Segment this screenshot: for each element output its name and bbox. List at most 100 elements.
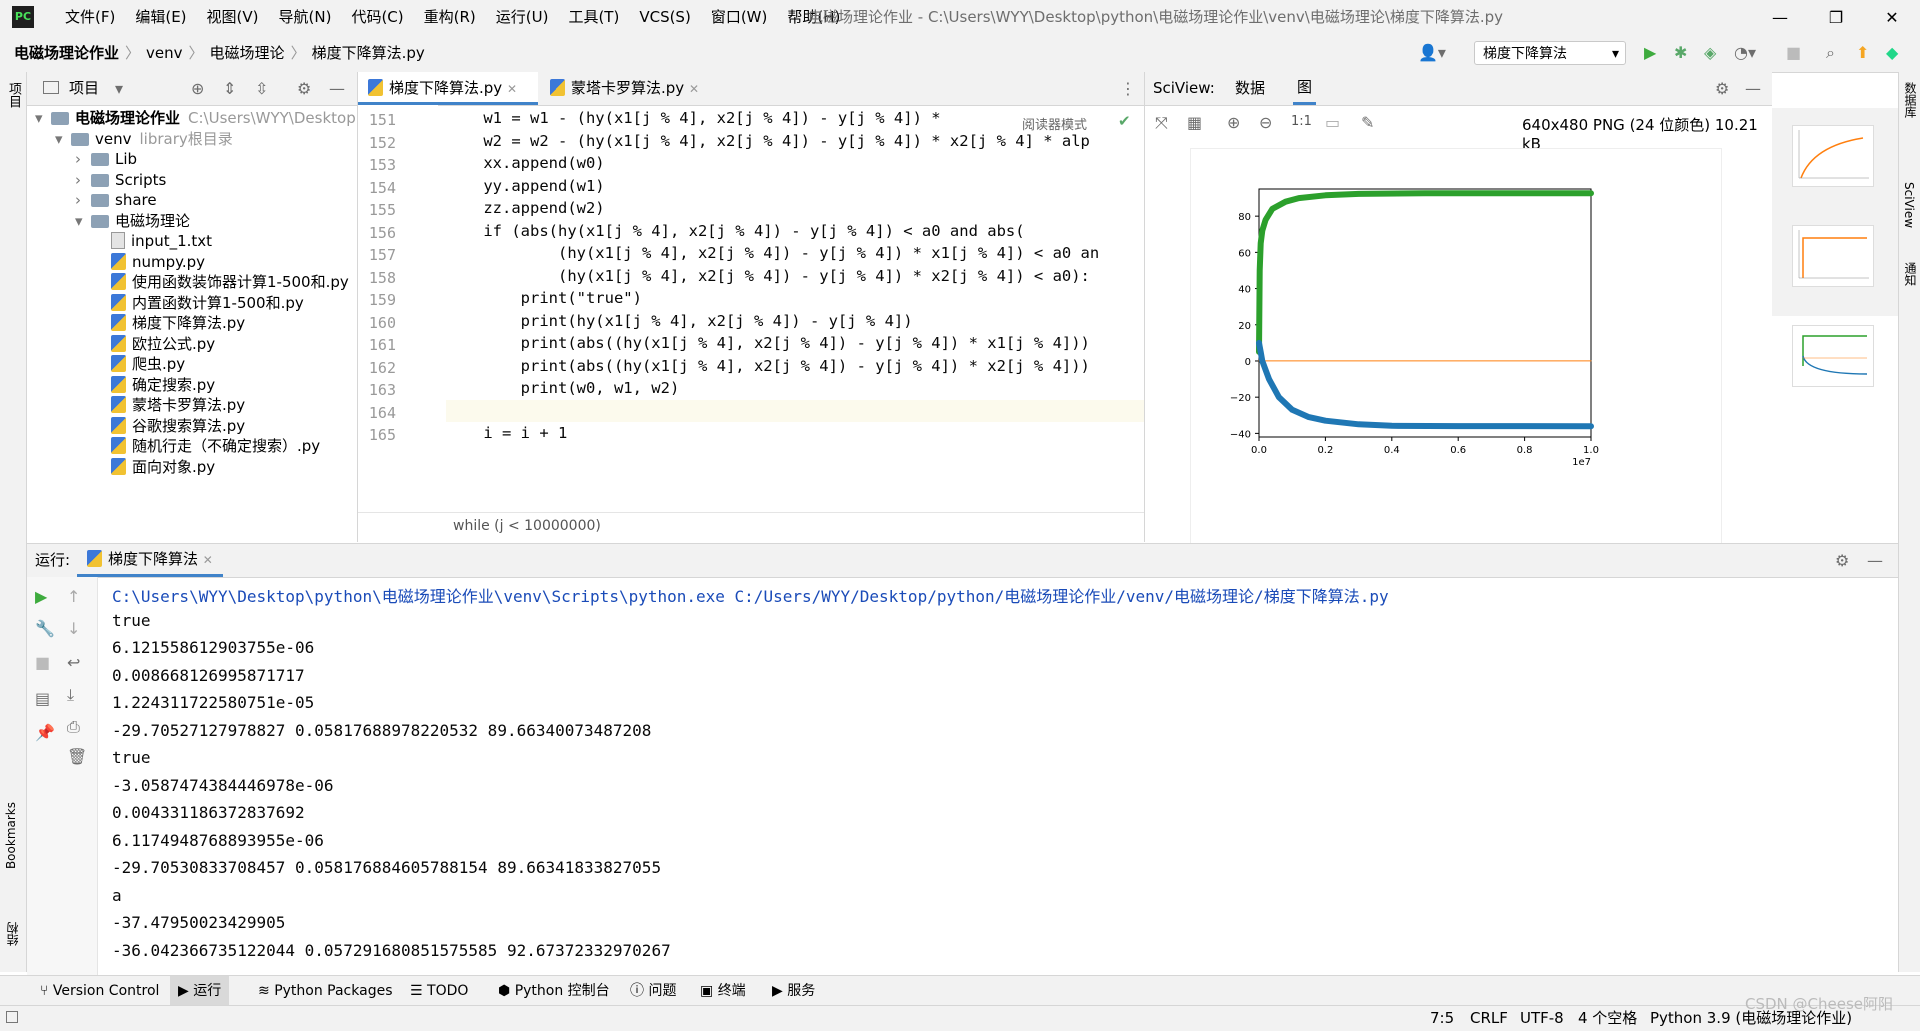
update-icon[interactable]: ⬆ <box>1856 43 1869 62</box>
search-icon[interactable]: ⌕ <box>1826 43 1835 63</box>
tab-plots[interactable]: 图 <box>1293 72 1317 105</box>
user-icon[interactable]: 👤▾ <box>1418 43 1446 62</box>
debug-icon[interactable]: ✱ <box>1674 43 1687 62</box>
close-icon[interactable]: ✕ <box>203 553 213 567</box>
menu-item[interactable]: 工具(T) <box>558 0 629 35</box>
file-encoding[interactable]: UTF-8 <box>1520 1006 1564 1031</box>
crumb-file[interactable]: 梯度下降算法.py <box>312 35 425 72</box>
locate-icon[interactable]: ⊕ <box>191 79 204 98</box>
fit-screen-icon[interactable]: ▭ <box>1325 113 1340 132</box>
chevron-down-icon[interactable]: ▾ <box>55 127 71 152</box>
menu-item[interactable]: 文件(F) <box>55 0 125 35</box>
zoom-in-icon[interactable]: ⊕ <box>1227 113 1240 132</box>
menu-item[interactable]: 代码(C) <box>341 0 413 35</box>
code-area[interactable]: w1 = w1 - (hy(x1[j % 4], x2[j % 4]) - y[… <box>446 105 1144 505</box>
bottom-tool-button[interactable]: ⓘ 问题 <box>630 976 676 1006</box>
maximize-icon[interactable]: ❐ <box>1808 0 1864 35</box>
gear-icon[interactable]: ⚙ <box>1715 79 1729 98</box>
layout-icon[interactable]: ▤ <box>35 689 50 708</box>
bottom-tool-button[interactable]: ▶ 服务 <box>772 976 815 1006</box>
print-icon[interactable]: ⎙ <box>67 717 80 737</box>
bottom-tool-button[interactable]: ▣ 终端 <box>700 976 746 1006</box>
close-icon[interactable]: ✕ <box>507 82 517 96</box>
menu-item[interactable]: 编辑(E) <box>125 0 196 35</box>
hide-icon[interactable]: — <box>1745 79 1761 98</box>
pin-icon[interactable]: 📌 <box>35 723 55 742</box>
chevron-down-icon[interactable]: ▾ <box>115 79 123 98</box>
tree-item[interactable]: 面向对象.py <box>95 455 215 480</box>
bookmarks-tool-label[interactable]: Bookmarks <box>4 802 18 869</box>
more-icon[interactable]: ⋮ <box>1120 79 1136 98</box>
layout-toggle-icon[interactable] <box>6 1011 18 1023</box>
run-tab[interactable]: 梯度下降算法 ✕ <box>77 544 223 577</box>
notifications-tool-label[interactable]: 通知 <box>1902 262 1919 286</box>
collapse-all-icon[interactable]: ⇳ <box>255 79 268 98</box>
menu-item[interactable]: 窗口(W) <box>701 0 778 35</box>
python-file-icon <box>111 293 126 311</box>
console-line: -29.70530833708457 0.058176884605788154 … <box>112 858 662 877</box>
chevron-down-icon[interactable]: ▾ <box>75 209 91 234</box>
sciview-tool-label[interactable]: SciView <box>1902 182 1916 228</box>
thumbnail-plot-1[interactable] <box>1792 125 1874 187</box>
bottom-tool-button[interactable]: ⬢ Python 控制台 <box>498 976 610 1006</box>
hide-icon[interactable]: — <box>1867 551 1883 570</box>
minimize-icon[interactable]: — <box>1752 0 1808 35</box>
wrench-icon[interactable]: 🔧 <box>35 619 55 638</box>
indent-setting[interactable]: 4 个空格 <box>1578 1006 1637 1031</box>
text-file-icon <box>111 232 125 249</box>
soft-wrap-icon[interactable]: ↩ <box>67 653 80 672</box>
crumb-project[interactable]: 电磁场理论作业 <box>14 35 119 72</box>
color-picker-icon[interactable]: ✎ <box>1361 113 1374 132</box>
scroll-up-icon[interactable]: ↑ <box>67 587 80 606</box>
crumb-folder[interactable]: 电磁场理论 <box>210 35 285 72</box>
menu-item[interactable]: VCS(S) <box>629 0 700 35</box>
run-config-selector[interactable]: 梯度下降算法 ▾ <box>1474 41 1626 65</box>
stop-icon[interactable]: ■ <box>35 653 50 672</box>
trash-icon[interactable]: 🗑 <box>67 747 87 766</box>
coverage-icon[interactable]: ◈ <box>1704 43 1716 62</box>
line-number: 151 <box>368 111 396 129</box>
gear-icon[interactable]: ⚙ <box>297 79 311 98</box>
scroll-down-icon[interactable]: ↓ <box>67 619 80 638</box>
reader-mode-label[interactable]: 阅读器模式 <box>1018 114 1092 133</box>
scope-breadcrumb[interactable]: while (j < 10000000) <box>453 518 601 534</box>
close-icon[interactable]: ✕ <box>689 82 699 96</box>
profile-icon[interactable]: ◔▾ <box>1734 43 1756 62</box>
chevron-down-icon[interactable]: ▾ <box>35 106 51 131</box>
crumb-venv[interactable]: venv <box>146 35 183 72</box>
close-icon[interactable]: ✕ <box>1864 0 1920 35</box>
thumbnail-plot-3[interactable] <box>1792 325 1874 387</box>
rerun-icon[interactable]: ▶ <box>35 587 47 606</box>
tab-monte-carlo[interactable]: 蒙塔卡罗算法.py ✕ <box>540 72 730 105</box>
tab-gradient-descent[interactable]: 梯度下降算法.py ✕ <box>358 72 538 105</box>
console-output[interactable]: C:\Users\WYY\Desktop\python\电磁场理论作业\venv… <box>112 577 1892 976</box>
jetbrains-icon[interactable]: ◆ <box>1886 43 1898 62</box>
scroll-to-end-icon[interactable]: ⤓ <box>67 685 74 705</box>
gear-icon[interactable]: ⚙ <box>1835 551 1849 570</box>
structure-tool-label[interactable]: 结构 <box>4 922 21 946</box>
menu-item[interactable]: 运行(U) <box>486 0 559 35</box>
actual-size-button[interactable]: 1:1 <box>1291 114 1312 129</box>
bottom-tool-button[interactable]: ⑂ Version Control <box>40 976 159 1006</box>
zoom-out-icon[interactable]: ⊖ <box>1259 113 1272 132</box>
bottom-tool-button[interactable]: ▶ 运行 <box>170 976 230 1006</box>
hide-icon[interactable]: — <box>329 79 345 98</box>
menu-item[interactable]: 导航(N) <box>269 0 342 35</box>
database-tool-label[interactable]: 数据库 <box>1902 82 1919 118</box>
tab-data[interactable]: 数据 <box>1235 72 1265 105</box>
bottom-tool-button[interactable]: ☰ TODO <box>410 976 468 1006</box>
expand-all-icon[interactable]: ⇕ <box>223 79 236 98</box>
run-icon[interactable]: ▶ <box>1644 43 1656 62</box>
menu-item[interactable]: 视图(V) <box>197 0 269 35</box>
menu-item[interactable]: 重构(R) <box>414 0 486 35</box>
bottom-tool-button[interactable]: ≋ Python Packages <box>258 976 393 1006</box>
thumbnail-plot-2[interactable] <box>1792 225 1874 287</box>
project-title[interactable]: 项目 <box>69 72 99 105</box>
stop-icon[interactable]: ■ <box>1786 43 1801 62</box>
caret-position[interactable]: 7:5 <box>1430 1006 1454 1031</box>
line-separator[interactable]: CRLF <box>1470 1006 1508 1031</box>
grid-icon[interactable]: ▦ <box>1187 113 1202 132</box>
fit-icon[interactable]: ⤧ <box>1155 113 1168 133</box>
console-line: 1.224311722580751e-05 <box>112 693 315 712</box>
project-tool-label[interactable]: 项目 <box>4 82 23 108</box>
